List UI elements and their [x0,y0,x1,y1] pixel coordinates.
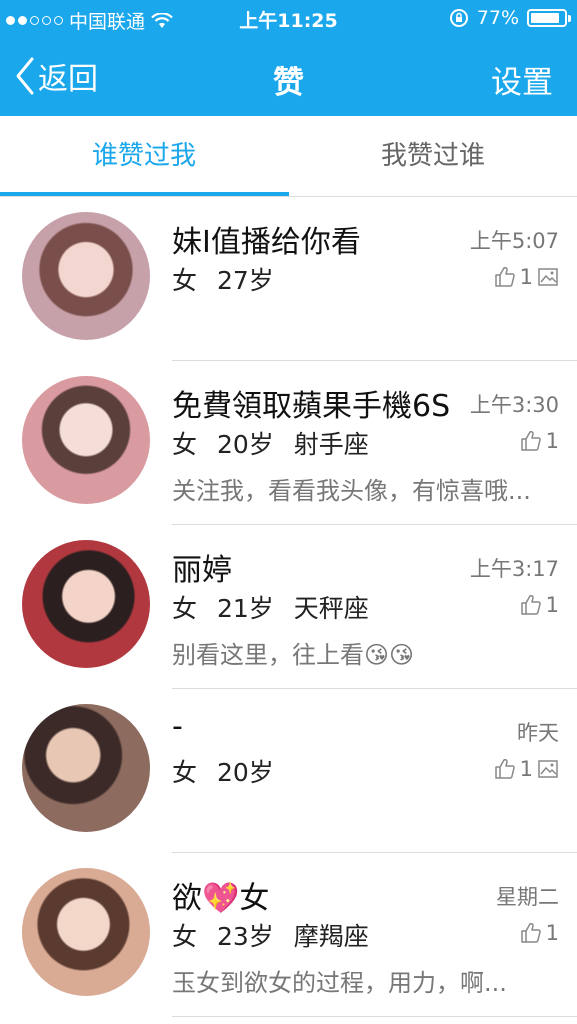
settings-button[interactable]: 设置 [491,57,553,102]
user-meta: 女 27岁 [172,261,274,297]
avatar[interactable] [22,540,150,668]
thumbs-up-icon [520,922,541,943]
like-time: 上午5:07 [469,229,559,253]
battery-percent: 77% [476,7,519,29]
user-age: 20岁 [216,758,274,787]
like-time: 昨天 [517,721,559,745]
item-icons: 1 [494,265,559,289]
item-icons: 1 [520,921,559,945]
user-age: 21岁 [216,594,274,623]
tab-who-i-liked[interactable]: 我赞过谁 [289,116,577,196]
like-count: 1 [519,757,533,781]
user-gender: 女 [172,266,198,295]
user-name: 妹I值播给你看 [172,225,361,260]
user-signature: 关注我，看看我头像，有惊喜哦... [172,477,531,505]
user-meta: 女 20岁 [172,753,274,789]
list-item[interactable]: 欲💖女 女 23岁 摩羯座 星期二 1 玉女到欲女的过程，用力，啊... [0,853,577,1017]
user-meta: 女 20岁 射手座 [172,425,369,461]
user-name: 丽婷 [172,553,232,588]
like-time: 上午3:30 [469,393,559,417]
user-age: 23岁 [216,922,274,951]
user-signature: 别看这里，往上看😘😘 [172,641,415,669]
list-item[interactable]: 妹I值播给你看 女 27岁 上午5:07 1 [0,197,577,361]
thumbs-up-icon [494,758,515,779]
like-time: 上午3:17 [469,557,559,581]
tab-who-liked-me[interactable]: 谁赞过我 [0,116,288,196]
user-meta: 女 23岁 摩羯座 [172,917,369,953]
thumbs-up-icon [520,430,541,451]
item-icons: 1 [520,593,559,617]
item-icons: 1 [494,757,559,781]
navigation-bar: 返回 赞 设置 [0,38,577,116]
like-count: 1 [519,265,533,289]
user-signature: 玉女到欲女的过程，用力，啊... [172,969,507,997]
user-name: - [172,709,183,744]
item-icons: 1 [520,429,559,453]
battery-icon [527,9,571,27]
avatar[interactable] [22,212,150,340]
tab-bar: 谁赞过我 我赞过谁 [0,116,577,197]
orientation-lock-icon [449,9,468,27]
photo-icon [538,268,558,286]
user-meta: 女 21岁 天秤座 [172,589,369,625]
user-name: 欲💖女 [172,881,270,916]
liker-list: 妹I值播给你看 女 27岁 上午5:07 1 免費領取蘋果手機6S 女 20岁 … [0,197,577,1017]
avatar[interactable] [22,704,150,832]
user-name: 免費領取蘋果手機6S [172,389,451,424]
list-item[interactable]: - 女 20岁 昨天 1 [0,689,577,853]
avatar[interactable] [22,376,150,504]
user-gender: 女 [172,594,198,623]
user-gender: 女 [172,922,198,951]
list-item[interactable]: 丽婷 女 21岁 天秤座 上午3:17 1 别看这里，往上看😘😘 [0,525,577,689]
user-gender: 女 [172,758,198,787]
user-zodiac: 摩羯座 [293,922,369,951]
user-age: 20岁 [216,430,274,459]
active-tab-indicator [0,192,289,196]
photo-icon [538,760,558,778]
list-item[interactable]: 免費領取蘋果手機6S 女 20岁 射手座 上午3:30 1 关注我，看看我头像，… [0,361,577,525]
avatar[interactable] [22,868,150,996]
user-zodiac: 射手座 [293,430,369,459]
status-right: 77% [449,7,571,29]
user-gender: 女 [172,430,198,459]
like-time: 星期二 [496,885,559,909]
like-count: 1 [545,593,559,617]
status-bar: 中国联通 上午11:25 77% [0,0,577,38]
user-zodiac: 天秤座 [293,594,369,623]
like-count: 1 [545,921,559,945]
thumbs-up-icon [494,266,515,287]
user-age: 27岁 [216,266,274,295]
thumbs-up-icon [520,594,541,615]
like-count: 1 [545,429,559,453]
